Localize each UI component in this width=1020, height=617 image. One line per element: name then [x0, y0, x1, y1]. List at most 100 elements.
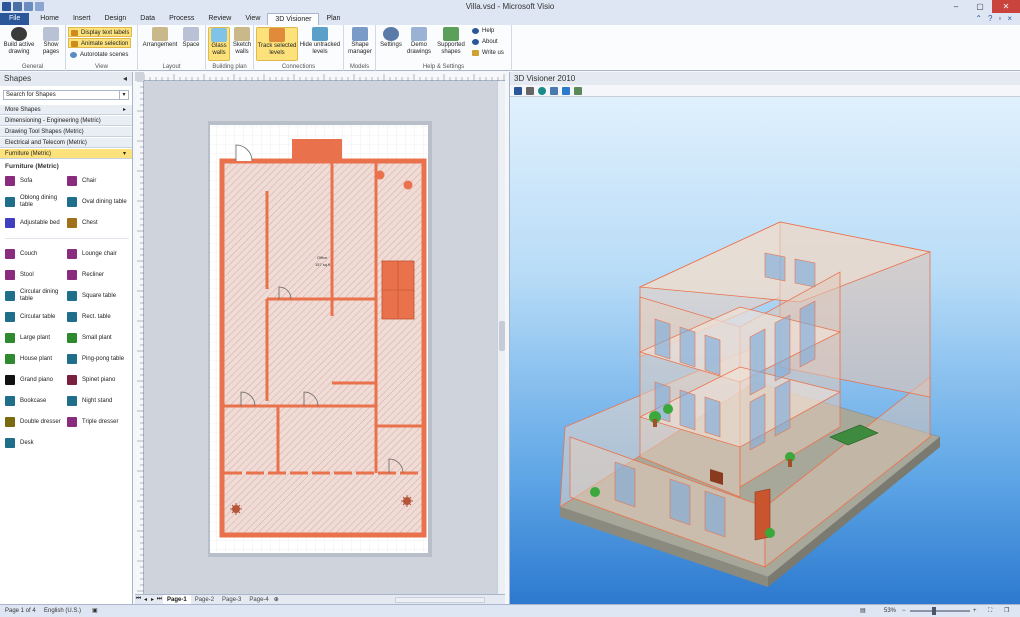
ribbon-collapse-icon[interactable]: ⌃ [975, 14, 982, 23]
settings-button[interactable]: Settings [378, 27, 404, 49]
vertical-scrollbar[interactable] [497, 81, 505, 594]
horizontal-scrollbar[interactable] [395, 597, 485, 603]
hide-untracked-levels-button[interactable]: Hide untracked levels [299, 27, 341, 56]
supported-shapes-button[interactable]: Supported shapes [434, 27, 468, 56]
zoom-thumb[interactable] [932, 607, 936, 615]
space-button[interactable]: Space [180, 27, 202, 49]
shape-item[interactable]: Circular table [5, 308, 67, 326]
round-stool[interactable] [375, 170, 385, 180]
first-page-icon[interactable]: ⏮ [135, 596, 142, 603]
show-pages-button[interactable]: Show pages [38, 27, 64, 56]
window-close-icon[interactable]: × [1007, 14, 1012, 23]
fit-window-icon[interactable]: ⛶ [988, 605, 992, 617]
macro-icon[interactable]: ▣ [92, 605, 98, 617]
undo-icon[interactable] [24, 2, 33, 11]
stencil-dimensioning[interactable]: Dimensioning - Engineering (Metric) [0, 115, 132, 126]
shape-item[interactable]: Night stand [67, 392, 129, 410]
shape-item[interactable]: Double dresser [5, 413, 67, 431]
insert-page-icon[interactable]: ⊕ [273, 596, 280, 603]
page-tab-3[interactable]: Page-3 [218, 595, 245, 605]
animate-selection-toggle[interactable]: Animate selection [68, 38, 132, 48]
shape-manager-button[interactable]: Shape manager [346, 27, 374, 56]
reset-view-icon[interactable] [574, 86, 582, 95]
shape-item[interactable]: Adjustable bed [5, 214, 67, 232]
minimize-button[interactable]: – [944, 0, 968, 13]
shape-item[interactable]: Sofa [5, 172, 67, 190]
switch-windows-icon[interactable]: ❐ [1004, 605, 1009, 617]
maximize-button[interactable]: ▢ [968, 0, 992, 13]
stencil-furniture[interactable]: Furniture (Metric) ▾ [0, 148, 132, 159]
tab-view[interactable]: View [238, 13, 267, 25]
glass-walls-toggle[interactable]: Glass walls [208, 27, 230, 61]
zoom-slider[interactable] [910, 607, 970, 615]
floor-plan-page[interactable]: Office 157 sq.ft [144, 81, 496, 594]
print-icon[interactable] [526, 86, 534, 95]
track-selected-levels-toggle[interactable]: Track selected levels [256, 27, 298, 61]
autorotate-scenes-button[interactable]: Autorotate scenes [68, 50, 130, 60]
shape-item[interactable]: Small plant [67, 329, 129, 347]
bay-window[interactable] [292, 139, 342, 163]
help-button[interactable]: Help [470, 26, 496, 36]
tab-insert[interactable]: Insert [66, 13, 98, 25]
shape-item[interactable]: Spinet piano [67, 371, 129, 389]
shape-item[interactable]: Ping-pong table [67, 350, 129, 368]
save-view-icon[interactable] [514, 86, 522, 95]
zoom-level[interactable]: 53% [884, 605, 896, 617]
last-page-icon[interactable]: ⏭ [156, 596, 163, 603]
zoom-in-icon[interactable]: + [973, 605, 977, 617]
shape-item[interactable]: Triple dresser [67, 413, 129, 431]
collapse-pane-icon[interactable]: ◂ [123, 72, 127, 86]
redo-icon[interactable] [35, 2, 44, 11]
camera-icon[interactable] [538, 86, 546, 95]
stencil-more-shapes[interactable]: More Shapes ▸ [0, 104, 132, 115]
zoom-out-icon[interactable]: − [902, 605, 906, 617]
language-status[interactable]: English (U.S.) [44, 605, 81, 617]
shape-item[interactable]: Recliner [67, 266, 129, 284]
tab-file[interactable]: File [0, 13, 30, 25]
shape-item[interactable]: Chair [67, 172, 129, 190]
page-tab-1[interactable]: Page-1 [163, 594, 191, 605]
stencil-drawing-tool[interactable]: Drawing Tool Shapes (Metric) [0, 126, 132, 137]
help-icon[interactable]: ? [988, 14, 992, 23]
3d-house-model[interactable] [510, 97, 1020, 604]
shape-item[interactable]: Stool [5, 266, 67, 284]
save-icon[interactable] [13, 2, 22, 11]
shape-item[interactable]: Large plant [5, 329, 67, 347]
shape-item[interactable]: Square table [67, 287, 129, 305]
shape-item[interactable]: Couch [5, 245, 67, 263]
next-page-icon[interactable]: ▸ [149, 596, 156, 603]
page-count-status[interactable]: Page 1 of 4 [5, 605, 36, 617]
shape-item[interactable]: Grand piano [5, 371, 67, 389]
shape-item[interactable]: House plant [5, 350, 67, 368]
page-tab-2[interactable]: Page-2 [191, 595, 218, 605]
close-button[interactable]: ✕ [992, 0, 1020, 13]
page-tab-4[interactable]: Page-4 [245, 595, 272, 605]
shape-item[interactable]: Oblong dining table [5, 193, 67, 211]
scroll-thumb[interactable] [499, 321, 505, 351]
tab-3d-visioner[interactable]: 3D Visioner [267, 13, 320, 25]
write-us-button[interactable]: Write us [470, 48, 506, 58]
window-restore-icon[interactable]: ▫ [998, 14, 1001, 23]
search-shapes-input[interactable]: Search for Shapes ▾ [3, 90, 129, 100]
shape-item[interactable]: Bookcase [5, 392, 67, 410]
shape-item[interactable]: Rect. table [67, 308, 129, 326]
tab-design[interactable]: Design [97, 13, 133, 25]
demo-drawings-button[interactable]: Demo drawings [404, 27, 434, 56]
shape-item[interactable]: Oval dining table [67, 193, 129, 211]
tab-data[interactable]: Data [133, 13, 162, 25]
prev-page-icon[interactable]: ◂ [142, 596, 149, 603]
stencil-electrical[interactable]: Electrical and Telecom (Metric) [0, 137, 132, 148]
tab-plan[interactable]: Plan [319, 13, 347, 25]
tab-process[interactable]: Process [162, 13, 201, 25]
shape-item[interactable]: Circular dining table [5, 287, 67, 305]
shape-item[interactable]: Lounge chair [67, 245, 129, 263]
3d-scene[interactable] [510, 97, 1020, 604]
round-stool[interactable] [403, 180, 413, 190]
build-active-drawing-button[interactable]: Build active drawing [2, 27, 36, 56]
display-text-labels-toggle[interactable]: Display text labels [68, 27, 133, 37]
fit-page-icon[interactable]: ▤ [860, 605, 866, 617]
tab-review[interactable]: Review [201, 13, 238, 25]
shape-item[interactable]: Chest [67, 214, 129, 232]
arrangement-button[interactable]: Arrangement [141, 27, 179, 49]
tab-home[interactable]: Home [33, 13, 66, 25]
